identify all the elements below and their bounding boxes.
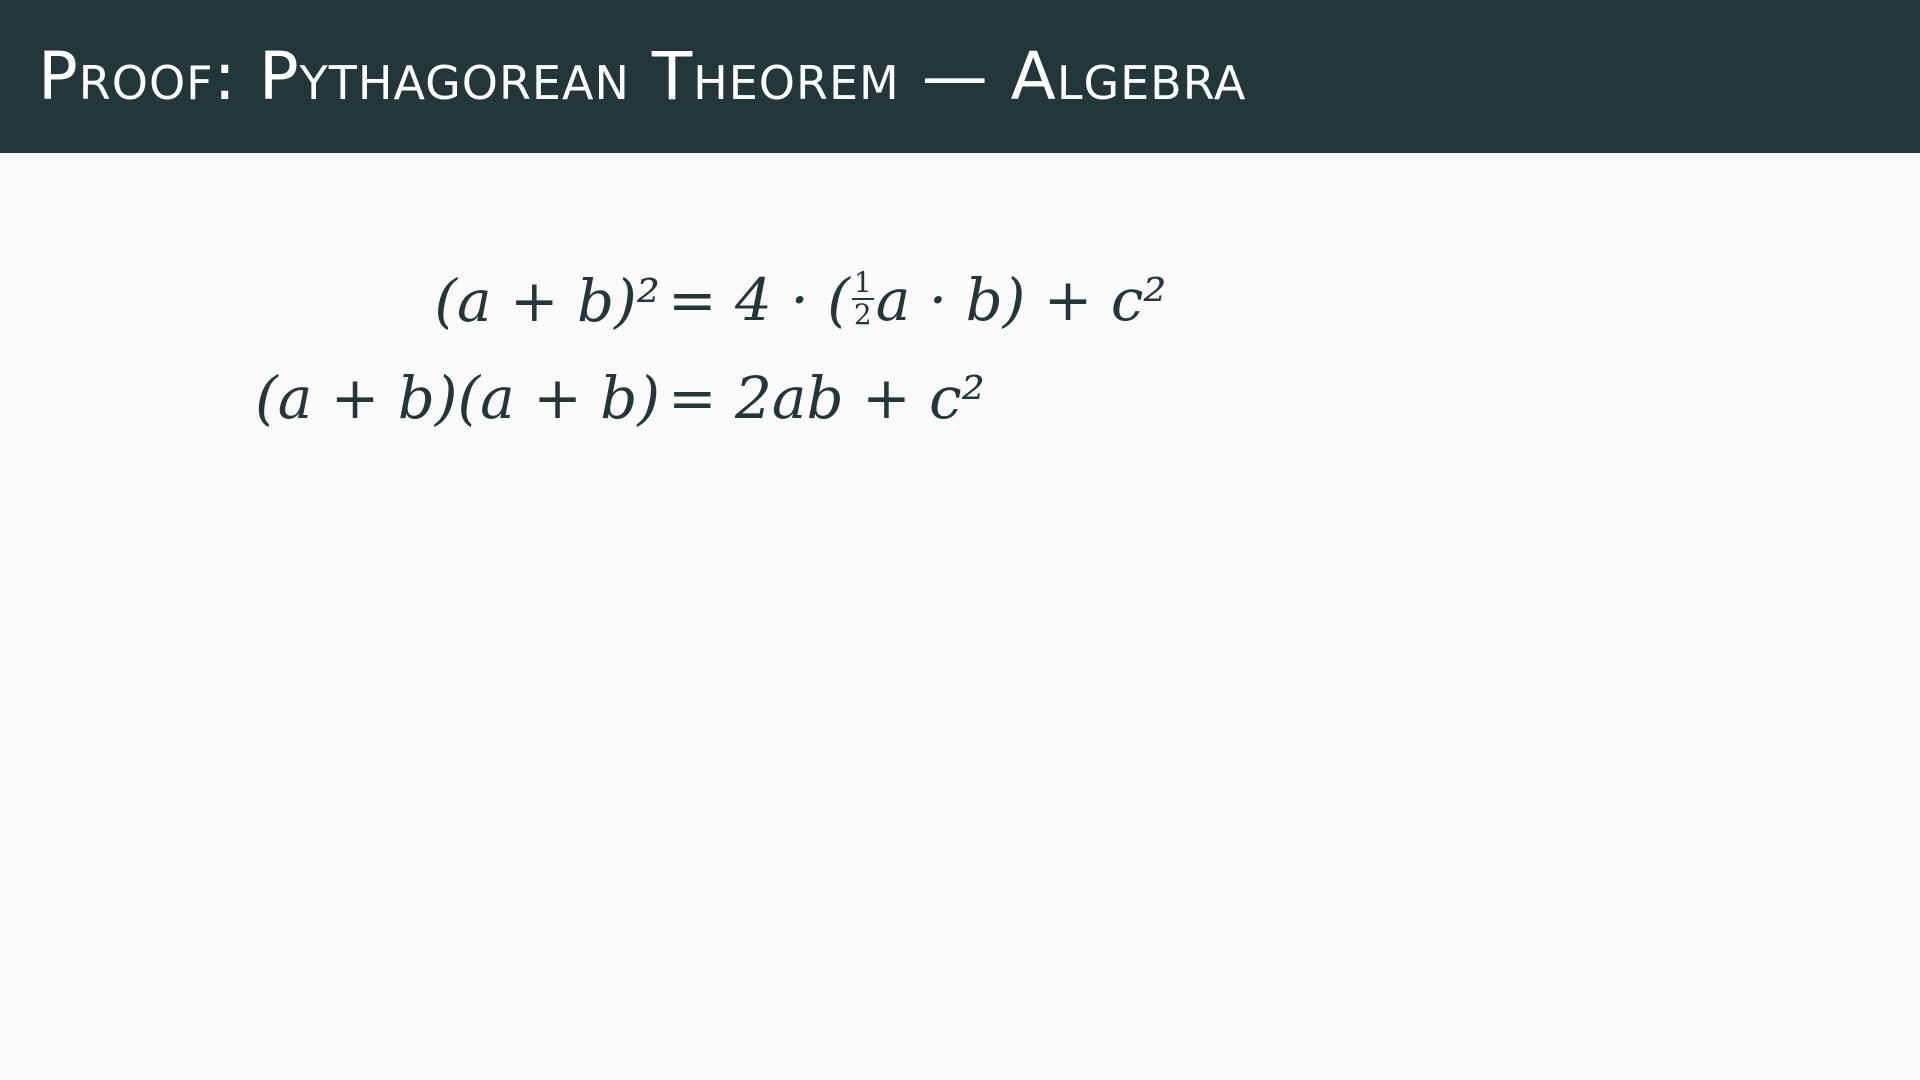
equation-line-2: (a + b)(a + b) = 2ab + c²: [0, 352, 1920, 432]
equation-1-rhs-start: = 4 · (: [668, 265, 850, 334]
equation-2-lhs: (a + b)(a + b): [255, 364, 660, 432]
equation-1-rhs: = 4 · (1 2 a · b) + c²: [668, 266, 1167, 335]
equation-1-lhs: (a + b)²: [434, 267, 660, 335]
equation-2-rhs: = 2ab + c²: [668, 364, 985, 432]
equation-line-1: (a + b)² = 4 · (1 2 a · b) + c²: [0, 255, 1920, 335]
fraction-numerator: 1: [851, 266, 874, 300]
equation-1-rhs-end: a · b) + c²: [875, 265, 1167, 334]
fraction-denominator: 2: [853, 297, 872, 331]
fraction-one-half: 12: [851, 266, 874, 331]
title-bar: Proof: Pythagorean Theorem — Algebra: [0, 0, 1920, 153]
slide: Proof: Pythagorean Theorem — Algebra (a …: [0, 0, 1920, 1080]
slide-title: Proof: Pythagorean Theorem — Algebra: [38, 37, 1247, 115]
